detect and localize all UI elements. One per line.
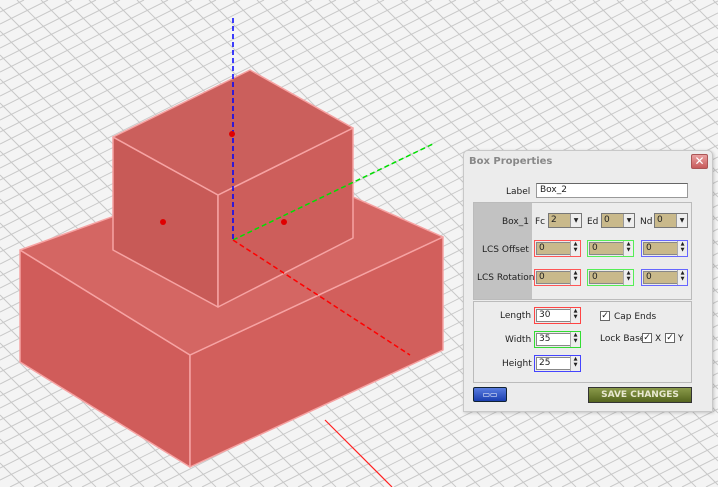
lcs-rotation-z[interactable]: 0 ▲ ▼: [641, 269, 688, 286]
chevron-down-icon: ▼: [623, 214, 634, 227]
lock-base-label: Lock Base: [600, 334, 646, 344]
grid-line: [0, 0, 49, 25]
label-caption: Label: [506, 187, 531, 197]
fc-value: 2: [551, 215, 557, 225]
grid-line: [633, 444, 718, 487]
spinner-arrows-icon[interactable]: ▲ ▼: [570, 356, 580, 371]
lcs-offset-z[interactable]: 0 ▲ ▼: [641, 240, 688, 257]
grid-line: [585, 420, 718, 487]
grid-line: [657, 456, 718, 487]
lcs-offset-y[interactable]: 0 ▲ ▼: [587, 240, 634, 257]
height-input[interactable]: 25 ▲ ▼: [534, 355, 581, 372]
box-properties-dialog: Box Properties ✕ Label Box_2 Box_1 Fc 2 ▼…: [463, 150, 713, 412]
chevron-down-icon: ▼: [570, 214, 581, 227]
lock-x-checkbox[interactable]: ✓: [642, 333, 652, 343]
dialog-title: Box Properties: [469, 156, 553, 167]
grid-line: [688, 0, 718, 30]
cap-ends-label: Cap Ends: [614, 312, 657, 322]
lcs-rotation-caption: LCS Rotation: [477, 273, 535, 283]
spinner-arrows-icon[interactable]: ▲ ▼: [570, 308, 580, 323]
grid-line: [0, 0, 169, 85]
cap-ends-checkbox[interactable]: ✓: [600, 311, 610, 321]
view-button[interactable]: ▭▭: [473, 387, 507, 402]
lock-y-checkbox[interactable]: ✓: [665, 333, 675, 343]
fc-select[interactable]: 2 ▼: [548, 213, 582, 228]
label-input[interactable]: Box_2: [536, 183, 688, 198]
ed-value: 0: [604, 215, 610, 225]
ed-select[interactable]: 0 ▼: [601, 213, 635, 228]
face-center-point[interactable]: [229, 131, 235, 137]
grid-line: [0, 0, 193, 97]
dimensions-group: Length 30 ▲ ▼ Width 35 ▲ ▼ Height 25 ▲ ▼ ✓ Cap…: [473, 301, 692, 383]
nd-select[interactable]: 0 ▼: [654, 213, 688, 228]
ed-label: Ed: [587, 217, 599, 227]
width-input[interactable]: 35 ▲ ▼: [534, 331, 581, 348]
spinner-arrows-icon[interactable]: ▲ ▼: [570, 332, 580, 347]
length-input[interactable]: 30 ▲ ▼: [534, 307, 581, 324]
grid-line: [0, 0, 121, 61]
lock-x-label: X: [655, 334, 662, 344]
spinner-arrows-icon[interactable]: ▲ ▼: [623, 241, 633, 256]
grid-line: [705, 480, 718, 487]
lcs-offset-x[interactable]: 0 ▲ ▼: [534, 240, 581, 257]
close-icon[interactable]: ✕: [691, 154, 708, 169]
nd-value: 0: [657, 215, 663, 225]
lcs-rotation-y[interactable]: 0 ▲ ▼: [587, 269, 634, 286]
save-changes-button[interactable]: SAVE CHANGES: [588, 387, 692, 403]
width-caption: Width: [505, 335, 532, 345]
chevron-down-icon: ▼: [676, 214, 687, 227]
spinner-arrows-icon[interactable]: ▲ ▼: [677, 270, 687, 285]
spinner-arrows-icon[interactable]: ▲ ▼: [570, 270, 580, 285]
spinner-arrows-icon[interactable]: ▲ ▼: [677, 241, 687, 256]
grid-line: [0, 0, 145, 73]
glasses-icon: ▭▭: [482, 390, 498, 399]
grid-line: [640, 0, 718, 78]
spinner-arrows-icon[interactable]: ▲ ▼: [570, 241, 580, 256]
grid-line: [0, 0, 25, 13]
lcs-rotation-x[interactable]: 0 ▲ ▼: [534, 269, 581, 286]
reference-group: Box_1 Fc 2 ▼ Ed 0 ▼ Nd 0 ▼ LCS Offset 0 ▲ ▼ 0…: [473, 202, 692, 300]
height-caption: Height: [502, 359, 532, 369]
length-caption: Length: [500, 311, 532, 321]
x-axis-line: [324, 419, 393, 487]
lock-y-label: Y: [678, 334, 684, 344]
face-center-point[interactable]: [160, 219, 166, 225]
nd-label: Nd: [640, 217, 653, 227]
face-center-point[interactable]: [281, 219, 287, 225]
lcs-offset-caption: LCS Offset: [482, 245, 529, 255]
fc-label: Fc: [535, 217, 546, 227]
grid-line: [0, 0, 217, 109]
reference-caption: Box_1: [502, 217, 529, 227]
spinner-arrows-icon[interactable]: ▲ ▼: [623, 270, 633, 285]
